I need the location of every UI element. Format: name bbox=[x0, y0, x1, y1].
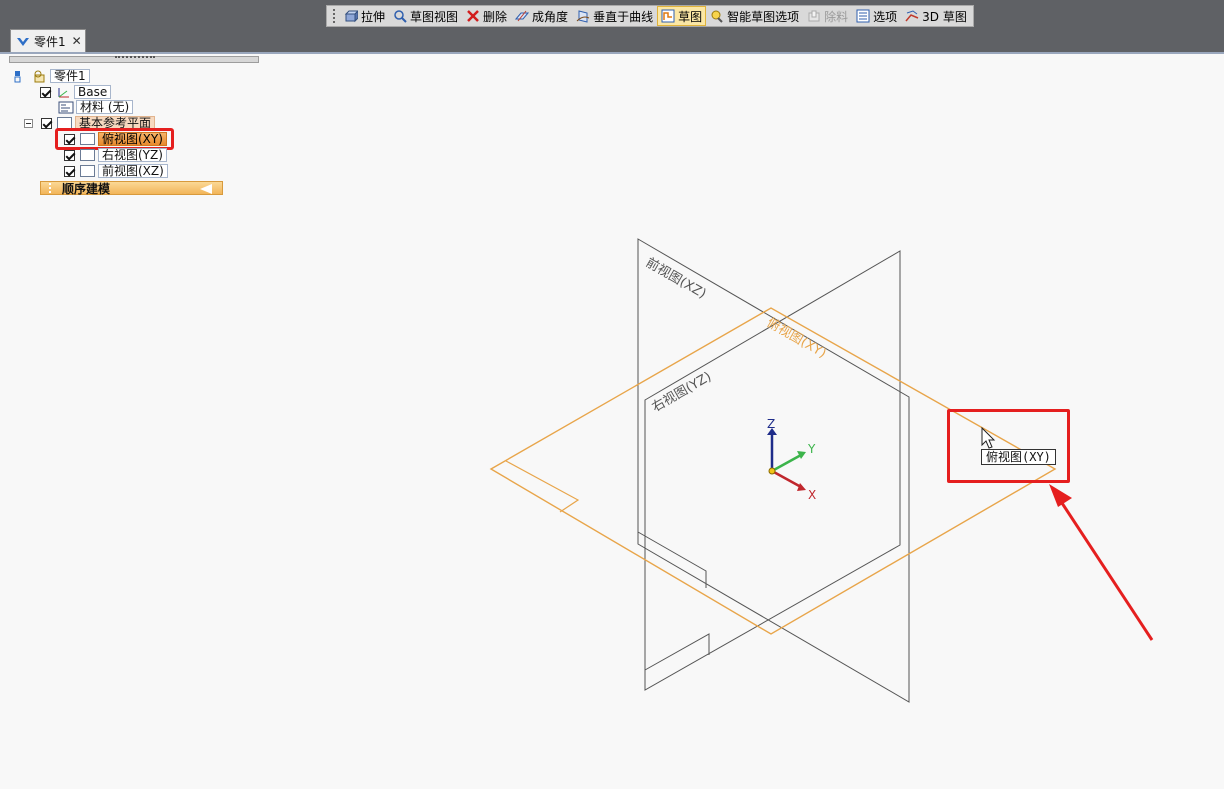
plane-icon bbox=[80, 165, 95, 177]
tree-root-label: 零件1 bbox=[50, 69, 90, 83]
panel-grip bbox=[115, 56, 155, 60]
angled-button[interactable]: 成角度 bbox=[511, 6, 572, 26]
extrude-button[interactable]: 拉伸 bbox=[340, 6, 389, 26]
angled-plane-icon bbox=[515, 10, 530, 22]
sketch-label: 草图 bbox=[678, 9, 703, 24]
right-plane-label: 右视图(YZ) bbox=[650, 369, 715, 415]
extrude-label: 拉伸 bbox=[361, 9, 386, 24]
extrude-icon bbox=[344, 10, 358, 23]
top-plane-label: 俯视图(XY) bbox=[764, 315, 829, 362]
3d-sketch-button[interactable]: 3D 草图 bbox=[901, 6, 971, 26]
document-tab-row: 零件1 ✕ bbox=[0, 27, 1224, 52]
command-toolbar: 拉伸 草图视图 删除 成角度 垂直于曲线 草图 智能草图选项 除料 选项 3D … bbox=[326, 5, 974, 27]
rollback-arrow-icon[interactable] bbox=[200, 184, 212, 194]
right-plane-visibility-checkbox[interactable] bbox=[64, 149, 75, 161]
close-tab-icon[interactable]: ✕ bbox=[72, 34, 82, 48]
sketch-view-label: 草图视图 bbox=[410, 9, 459, 24]
part-icon bbox=[34, 70, 45, 82]
sequential-modeling-label: 顺序建模 bbox=[62, 181, 111, 196]
ref-planes-visibility-checkbox[interactable] bbox=[41, 117, 52, 129]
tree-panel-header[interactable] bbox=[9, 56, 259, 63]
sketch-icon bbox=[661, 9, 675, 23]
tab-separator bbox=[0, 52, 1224, 54]
front-plane-visibility-checkbox[interactable] bbox=[64, 165, 75, 177]
sketch-view-button[interactable]: 草图视图 bbox=[389, 6, 462, 26]
delete-label: 删除 bbox=[483, 9, 508, 24]
normal-to-curve-button[interactable]: 垂直于曲线 bbox=[572, 6, 657, 26]
collapse-toggle-icon[interactable] bbox=[24, 118, 33, 128]
z-axis-label: Z bbox=[767, 417, 775, 431]
front-plane-xz[interactable] bbox=[637, 238, 910, 703]
sequential-modeling-bar[interactable]: 顺序建模 bbox=[40, 181, 223, 196]
coordinate-system-icon bbox=[58, 87, 69, 97]
tree-item-right-plane-label: 右视图(YZ) bbox=[98, 148, 167, 162]
angled-label: 成角度 bbox=[532, 9, 569, 24]
sketch-button[interactable]: 草图 bbox=[657, 6, 707, 26]
cut-button[interactable]: 除料 bbox=[803, 6, 852, 26]
y-axis-label: Y bbox=[807, 442, 816, 456]
tree-item-right-plane[interactable]: 右视图(YZ) bbox=[64, 148, 167, 162]
tree-item-material-label: 材料 (无) bbox=[76, 100, 134, 114]
front-plane-label: 前视图(XZ) bbox=[643, 255, 709, 302]
cut-label: 除料 bbox=[824, 9, 849, 24]
normal-to-curve-label: 垂直于曲线 bbox=[593, 9, 654, 24]
3d-sketch-icon bbox=[905, 10, 919, 22]
tree-item-material[interactable]: 材料 (无) bbox=[58, 100, 134, 114]
normal-to-curve-icon bbox=[576, 10, 590, 23]
sketch-view-icon bbox=[394, 10, 407, 23]
document-tab[interactable]: 零件1 ✕ bbox=[10, 29, 86, 52]
material-icon bbox=[58, 101, 74, 113]
x-axis-label: X bbox=[808, 488, 816, 502]
options-icon bbox=[856, 9, 870, 23]
tree-root[interactable]: 零件1 bbox=[14, 69, 90, 83]
plane-icon bbox=[80, 149, 95, 161]
options-label: 选项 bbox=[873, 9, 898, 24]
part-document-icon bbox=[17, 38, 29, 46]
tree-item-base-label: Base bbox=[74, 85, 112, 99]
smart-sketch-icon bbox=[711, 10, 723, 23]
hierarchy-icon bbox=[14, 70, 21, 82]
toolbar-grip[interactable] bbox=[333, 9, 336, 23]
grip-icon bbox=[49, 182, 51, 193]
hover-tooltip: 俯视图(XY) bbox=[981, 449, 1056, 465]
annotation-highlight-box bbox=[55, 128, 174, 150]
tree-item-front-plane[interactable]: 前视图(XZ) bbox=[64, 164, 168, 178]
delete-button[interactable]: 删除 bbox=[462, 6, 511, 26]
annotation-tooltip-box bbox=[947, 409, 1070, 483]
tree-item-base[interactable]: Base bbox=[40, 85, 112, 99]
smart-sketch-options-button[interactable]: 智能草图选项 bbox=[706, 6, 803, 26]
delete-x-icon bbox=[467, 10, 479, 22]
3d-sketch-label: 3D 草图 bbox=[922, 9, 967, 24]
smart-sketch-options-label: 智能草图选项 bbox=[727, 9, 800, 24]
right-plane-yz[interactable] bbox=[644, 250, 901, 691]
graphics-viewport[interactable]: 前视图(XZ) 右视图(YZ) 俯视图(XY) Z Y X bbox=[0, 0, 1224, 789]
tree-item-front-plane-label: 前视图(XZ) bbox=[98, 164, 168, 178]
base-visibility-checkbox[interactable] bbox=[40, 86, 51, 98]
options-button[interactable]: 选项 bbox=[852, 6, 901, 26]
cut-icon bbox=[808, 10, 820, 22]
document-tab-title: 零件1 bbox=[34, 34, 66, 49]
coordinate-triad bbox=[767, 428, 806, 491]
annotation-arrow bbox=[1049, 484, 1154, 641]
